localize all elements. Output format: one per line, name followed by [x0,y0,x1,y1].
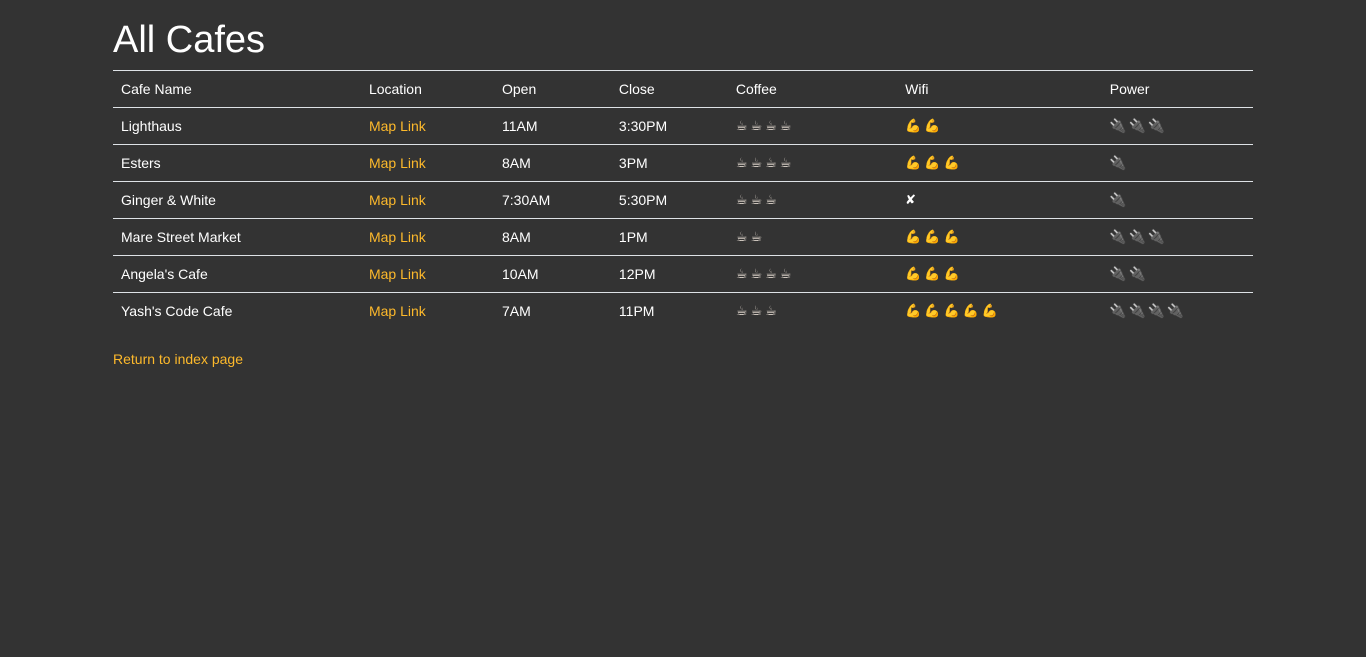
wifi-rating-icon: 💪💪💪 [897,255,1102,293]
close-time: 11PM [610,292,728,329]
table-row: Angela's Cafe Map Link 10AM 12PM ☕☕☕☕ 💪💪… [113,255,1253,293]
header-coffee: Coffee [727,70,898,108]
wifi-rating-icon: 💪💪💪 [897,218,1102,256]
header-power: Power [1101,70,1253,108]
header-wifi: Wifi [897,70,1102,108]
open-time: 7AM [494,292,611,329]
close-time: 3:30PM [610,107,728,145]
map-link[interactable]: Map Link [369,266,426,282]
power-rating-icon: 🔌🔌🔌🔌 [1101,292,1253,329]
map-link[interactable]: Map Link [369,229,426,245]
header-row: Cafe Name Location Open Close Coffee Wif… [113,70,1253,108]
open-time: 7:30AM [494,181,611,219]
cafe-name: Ginger & White [113,181,361,219]
open-time: 8AM [494,144,611,182]
page-title: All Cafes [113,19,266,61]
coffee-rating-icon: ☕☕ [727,218,898,256]
wifi-rating-icon: 💪💪💪 [897,144,1102,182]
table-header: Cafe Name Location Open Close Coffee Wif… [113,70,1253,108]
table-row: Mare Street Market Map Link 8AM 1PM ☕☕ 💪… [113,218,1253,256]
wifi-rating-icon: 💪💪💪💪💪 [897,292,1102,329]
cafe-name: Mare Street Market [113,218,361,256]
close-time: 1PM [610,218,728,256]
wifi-rating-icon: 💪💪 [897,107,1102,145]
coffee-rating-icon: ☕☕☕ [727,181,898,219]
open-time: 10AM [494,255,611,293]
cafe-name: Yash's Code Cafe [113,292,361,329]
close-time: 3PM [610,144,728,182]
header-cafe-name: Cafe Name [113,70,361,108]
header-open: Open [494,70,611,108]
close-time: 12PM [610,255,728,293]
open-time: 8AM [494,218,611,256]
page-container: All Cafes Cafe Name Location Open Close … [113,0,1253,369]
open-time: 11AM [494,107,611,145]
power-rating-icon: 🔌 [1101,181,1253,219]
table-row: Yash's Code Cafe Map Link 7AM 11PM ☕☕☕ 💪… [113,292,1253,329]
map-link[interactable]: Map Link [369,155,426,171]
coffee-rating-icon: ☕☕☕ [727,292,898,329]
table-row: Esters Map Link 8AM 3PM ☕☕☕☕ 💪💪💪 🔌 [113,144,1253,182]
header-location: Location [360,70,494,108]
coffee-rating-icon: ☕☕☕☕ [727,107,898,145]
power-rating-icon: 🔌🔌 [1101,255,1253,293]
cafes-table: Cafe Name Location Open Close Coffee Wif… [113,70,1253,329]
cafe-name: Lighthaus [113,107,361,145]
close-time: 5:30PM [610,181,728,219]
map-link[interactable]: Map Link [369,303,426,319]
power-rating-icon: 🔌 [1101,144,1253,182]
cafe-name: Angela's Cafe [113,255,361,293]
cafe-name: Esters [113,144,361,182]
return-to-index-link[interactable]: Return to index page [113,351,243,367]
power-rating-icon: 🔌🔌🔌 [1101,107,1253,145]
table-row: Ginger & White Map Link 7:30AM 5:30PM ☕☕… [113,181,1253,219]
map-link[interactable]: Map Link [369,192,426,208]
map-link[interactable]: Map Link [369,118,426,134]
table-body: Lighthaus Map Link 11AM 3:30PM ☕☕☕☕ 💪💪 🔌… [113,107,1253,329]
table-row: Lighthaus Map Link 11AM 3:30PM ☕☕☕☕ 💪💪 🔌… [113,107,1253,145]
no-wifi-icon: ✘ [897,181,1102,219]
power-rating-icon: 🔌🔌🔌 [1101,218,1253,256]
coffee-rating-icon: ☕☕☕☕ [727,255,898,293]
header-close: Close [610,70,728,108]
coffee-rating-icon: ☕☕☕☕ [727,144,898,182]
